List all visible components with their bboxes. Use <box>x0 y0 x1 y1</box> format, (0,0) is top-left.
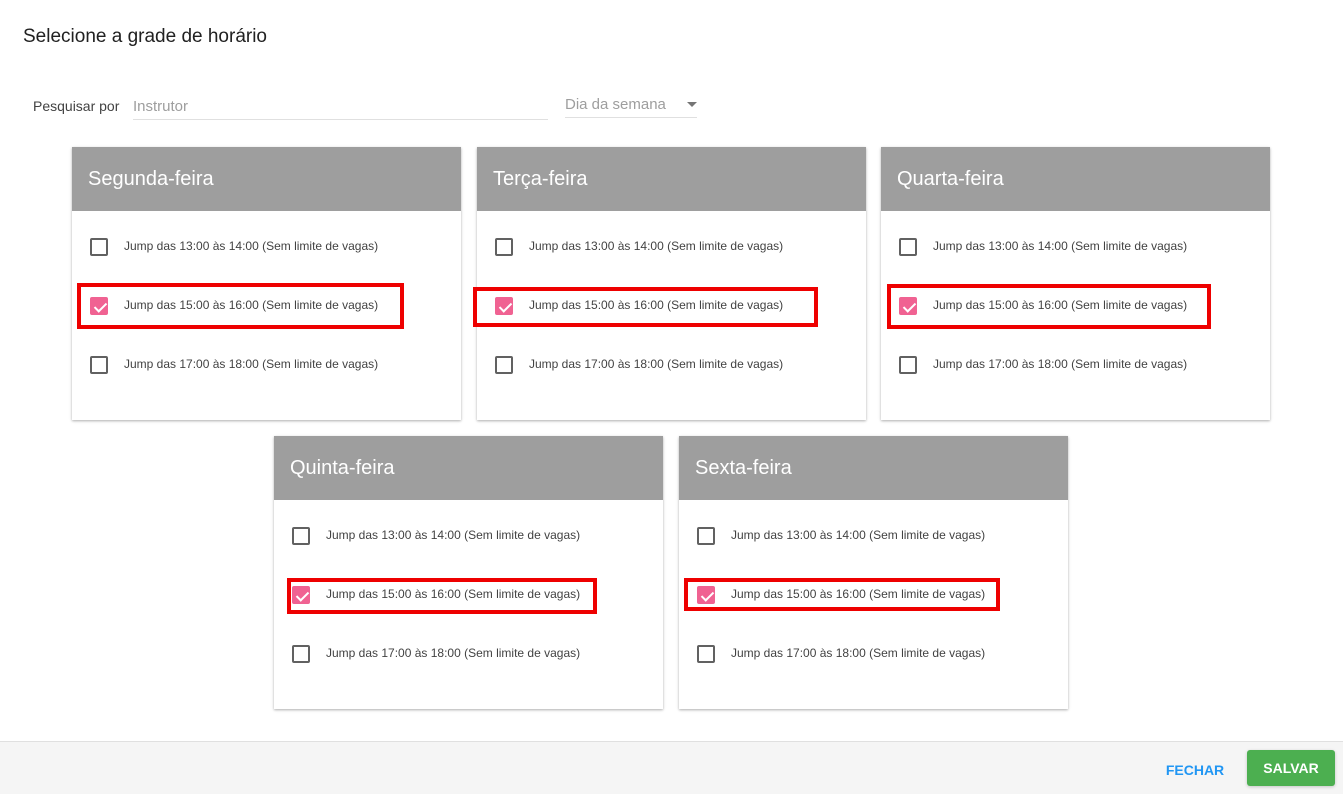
check-icon <box>498 299 513 313</box>
checkbox[interactable] <box>90 238 108 256</box>
day-card: Terça-feira Jump das 13:00 às 14:00 (Sem… <box>477 147 866 420</box>
time-slot-label: Jump das 13:00 às 14:00 (Sem limite de v… <box>731 528 986 542</box>
weekday-select[interactable]: Dia da semana <box>565 92 697 118</box>
time-slot-label: Jump das 15:00 às 16:00 (Sem limite de v… <box>731 587 986 601</box>
dialog-footer: FECHAR SALVAR <box>0 741 1343 794</box>
caret-down-icon <box>687 102 697 107</box>
time-slot-label: Jump das 13:00 às 14:00 (Sem limite de v… <box>124 239 379 253</box>
time-slot-label: Jump das 17:00 às 18:00 (Sem limite de v… <box>326 646 581 660</box>
checkbox[interactable] <box>697 645 715 663</box>
day-card-title: Terça-feira <box>477 147 866 211</box>
weekday-select-placeholder: Dia da semana <box>565 96 666 113</box>
time-slot-label: Jump das 17:00 às 18:00 (Sem limite de v… <box>933 357 1188 371</box>
checkbox[interactable] <box>90 297 108 315</box>
time-slot-label: Jump das 15:00 às 16:00 (Sem limite de v… <box>529 298 784 312</box>
time-slot-label: Jump das 17:00 às 18:00 (Sem limite de v… <box>124 357 379 371</box>
day-card: Sexta-feira Jump das 13:00 às 14:00 (Sem… <box>679 436 1068 709</box>
day-card: Segunda-feira Jump das 13:00 às 14:00 (S… <box>72 147 461 420</box>
save-button[interactable]: SALVAR <box>1247 750 1335 786</box>
check-icon <box>902 299 917 313</box>
checkbox[interactable] <box>495 238 513 256</box>
dialog-title: Selecione a grade de horário <box>23 26 268 47</box>
time-slot-label: Jump das 15:00 às 16:00 (Sem limite de v… <box>933 298 1188 312</box>
checkbox[interactable] <box>899 356 917 374</box>
time-slot-label: Jump das 13:00 às 14:00 (Sem limite de v… <box>326 528 581 542</box>
checkbox[interactable] <box>292 645 310 663</box>
checkbox[interactable] <box>495 297 513 315</box>
time-slot-label: Jump das 15:00 às 16:00 (Sem limite de v… <box>124 298 379 312</box>
time-slot-label: Jump das 15:00 às 16:00 (Sem limite de v… <box>326 587 581 601</box>
time-slot-label: Jump das 17:00 às 18:00 (Sem limite de v… <box>731 646 986 660</box>
checkbox[interactable] <box>899 297 917 315</box>
checkbox[interactable] <box>495 356 513 374</box>
time-slot-label: Jump das 17:00 às 18:00 (Sem limite de v… <box>529 357 784 371</box>
checkbox[interactable] <box>90 356 108 374</box>
day-card-title: Sexta-feira <box>679 436 1068 500</box>
checkbox[interactable] <box>697 527 715 545</box>
close-button[interactable]: FECHAR <box>1155 752 1235 788</box>
day-card-title: Quinta-feira <box>274 436 663 500</box>
day-card-title: Quarta-feira <box>881 147 1270 211</box>
check-icon <box>700 588 715 602</box>
checkbox[interactable] <box>697 586 715 604</box>
check-icon <box>93 299 108 313</box>
checkbox[interactable] <box>292 527 310 545</box>
day-card: Quarta-feira Jump das 13:00 às 14:00 (Se… <box>881 147 1270 420</box>
day-card: Quinta-feira Jump das 13:00 às 14:00 (Se… <box>274 436 663 709</box>
search-label: Pesquisar por <box>33 98 120 114</box>
day-card-title: Segunda-feira <box>72 147 461 211</box>
checkbox[interactable] <box>899 238 917 256</box>
instructor-search-input[interactable] <box>133 94 548 120</box>
checkbox[interactable] <box>292 586 310 604</box>
time-slot-label: Jump das 13:00 às 14:00 (Sem limite de v… <box>529 239 784 253</box>
check-icon <box>295 588 310 602</box>
time-slot-label: Jump das 13:00 às 14:00 (Sem limite de v… <box>933 239 1188 253</box>
